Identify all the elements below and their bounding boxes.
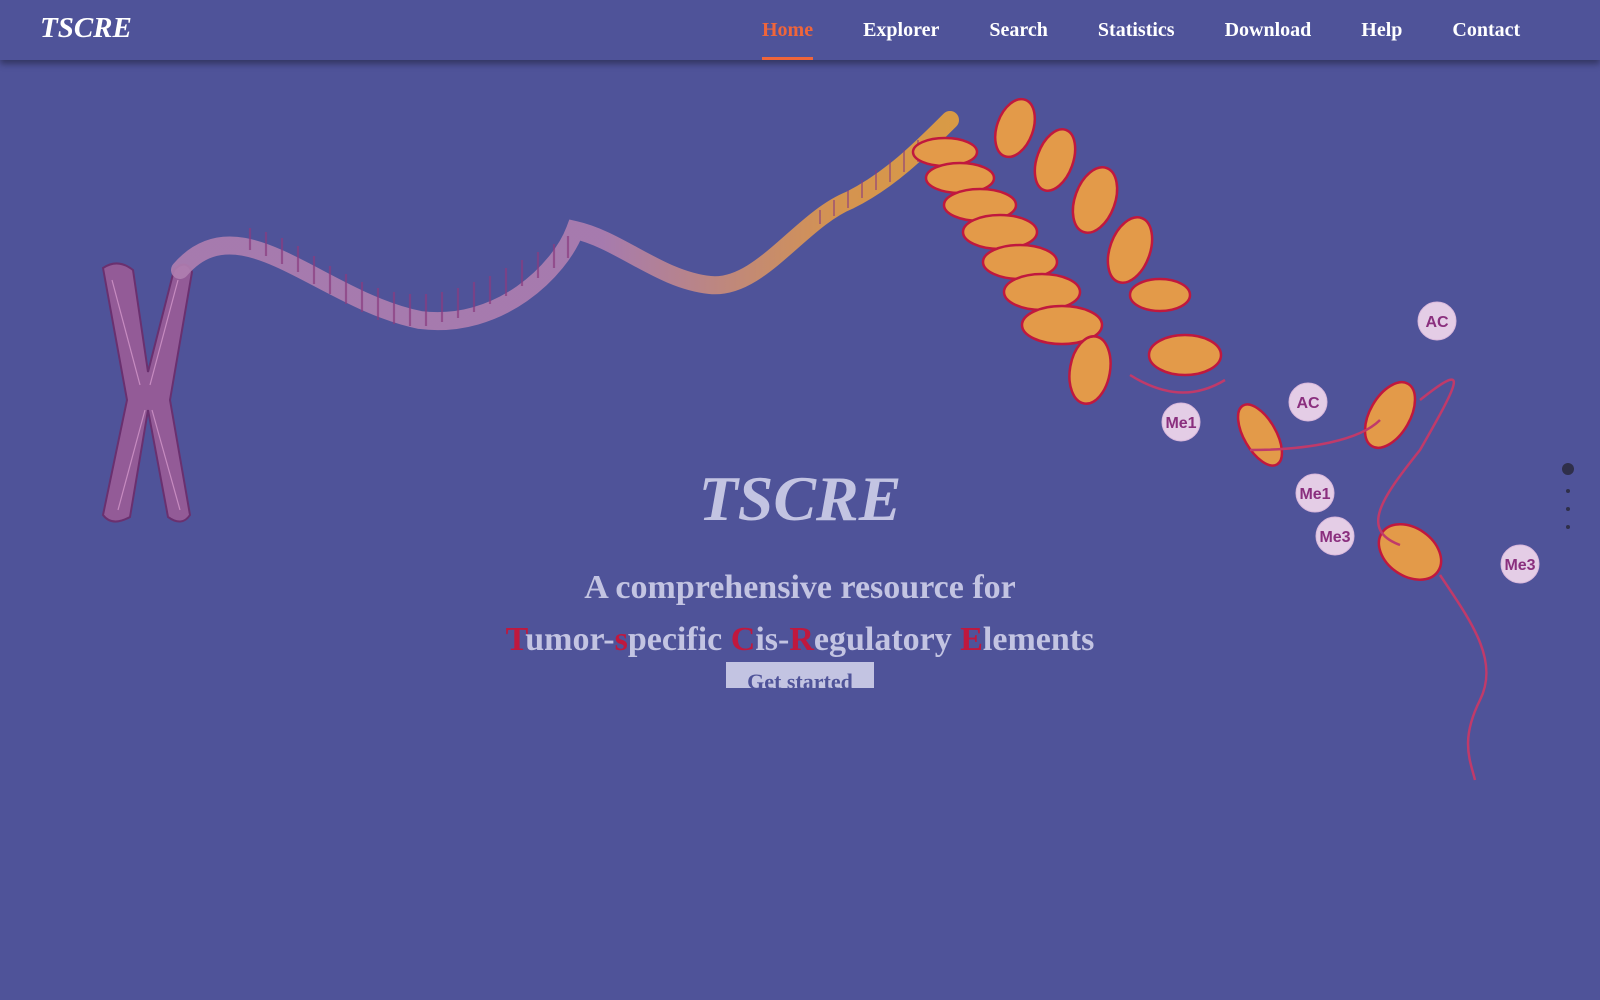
- nav-explorer[interactable]: Explorer: [863, 0, 939, 60]
- main-nav: Home Explorer Search Statistics Download…: [762, 0, 1570, 60]
- acronym-letter-c: C: [730, 621, 756, 658]
- mark-me1-1-label: Me1: [1165, 415, 1196, 432]
- carousel-dot-3[interactable]: [1566, 507, 1570, 511]
- carousel-pagination: [1562, 463, 1574, 529]
- carousel-dot-1[interactable]: [1562, 463, 1574, 475]
- carousel-dot-2[interactable]: [1566, 489, 1570, 493]
- mark-ac-2: AC: [1288, 382, 1328, 422]
- acronym-text: lements: [982, 621, 1095, 658]
- hero-acronym-expansion: Tumor-specific Cis-Regulatory Elements: [0, 623, 1600, 657]
- hero-tagline: A comprehensive resource for: [584, 569, 1016, 606]
- mark-ac-1-label: AC: [1425, 314, 1449, 331]
- hero-section: TSCRE A comprehensive resource for Tumor…: [0, 455, 1600, 657]
- acronym-letter-t: T: [505, 621, 526, 658]
- brand-logo[interactable]: TSCRE: [40, 12, 132, 45]
- mark-ac-2-label: AC: [1296, 395, 1320, 412]
- acronym-text: umor-: [525, 621, 615, 658]
- nav-contact[interactable]: Contact: [1452, 0, 1520, 60]
- nav-help[interactable]: Help: [1361, 0, 1402, 60]
- acronym-letter-e: E: [960, 621, 983, 658]
- nav-search[interactable]: Search: [989, 0, 1048, 60]
- acronym-text: pecific: [627, 621, 731, 658]
- hero-title: TSCRE: [698, 463, 902, 534]
- acronym-text: egulatory: [813, 621, 961, 658]
- acronym-letter-s: s: [614, 621, 628, 658]
- mark-ac-1: AC: [1417, 301, 1457, 341]
- acronym-text: is-: [755, 621, 790, 658]
- nav-statistics[interactable]: Statistics: [1098, 0, 1175, 60]
- carousel-dot-4[interactable]: [1566, 525, 1570, 529]
- nav-download[interactable]: Download: [1225, 0, 1312, 60]
- acronym-letter-r: R: [789, 621, 814, 658]
- top-navbar: TSCRE Home Explorer Search Statistics Do…: [0, 0, 1600, 60]
- chromatin-fiber: [171, 111, 959, 331]
- get-started-button[interactable]: Get started: [726, 662, 874, 688]
- nav-home[interactable]: Home: [762, 0, 814, 60]
- mark-me1-1: Me1: [1161, 402, 1201, 442]
